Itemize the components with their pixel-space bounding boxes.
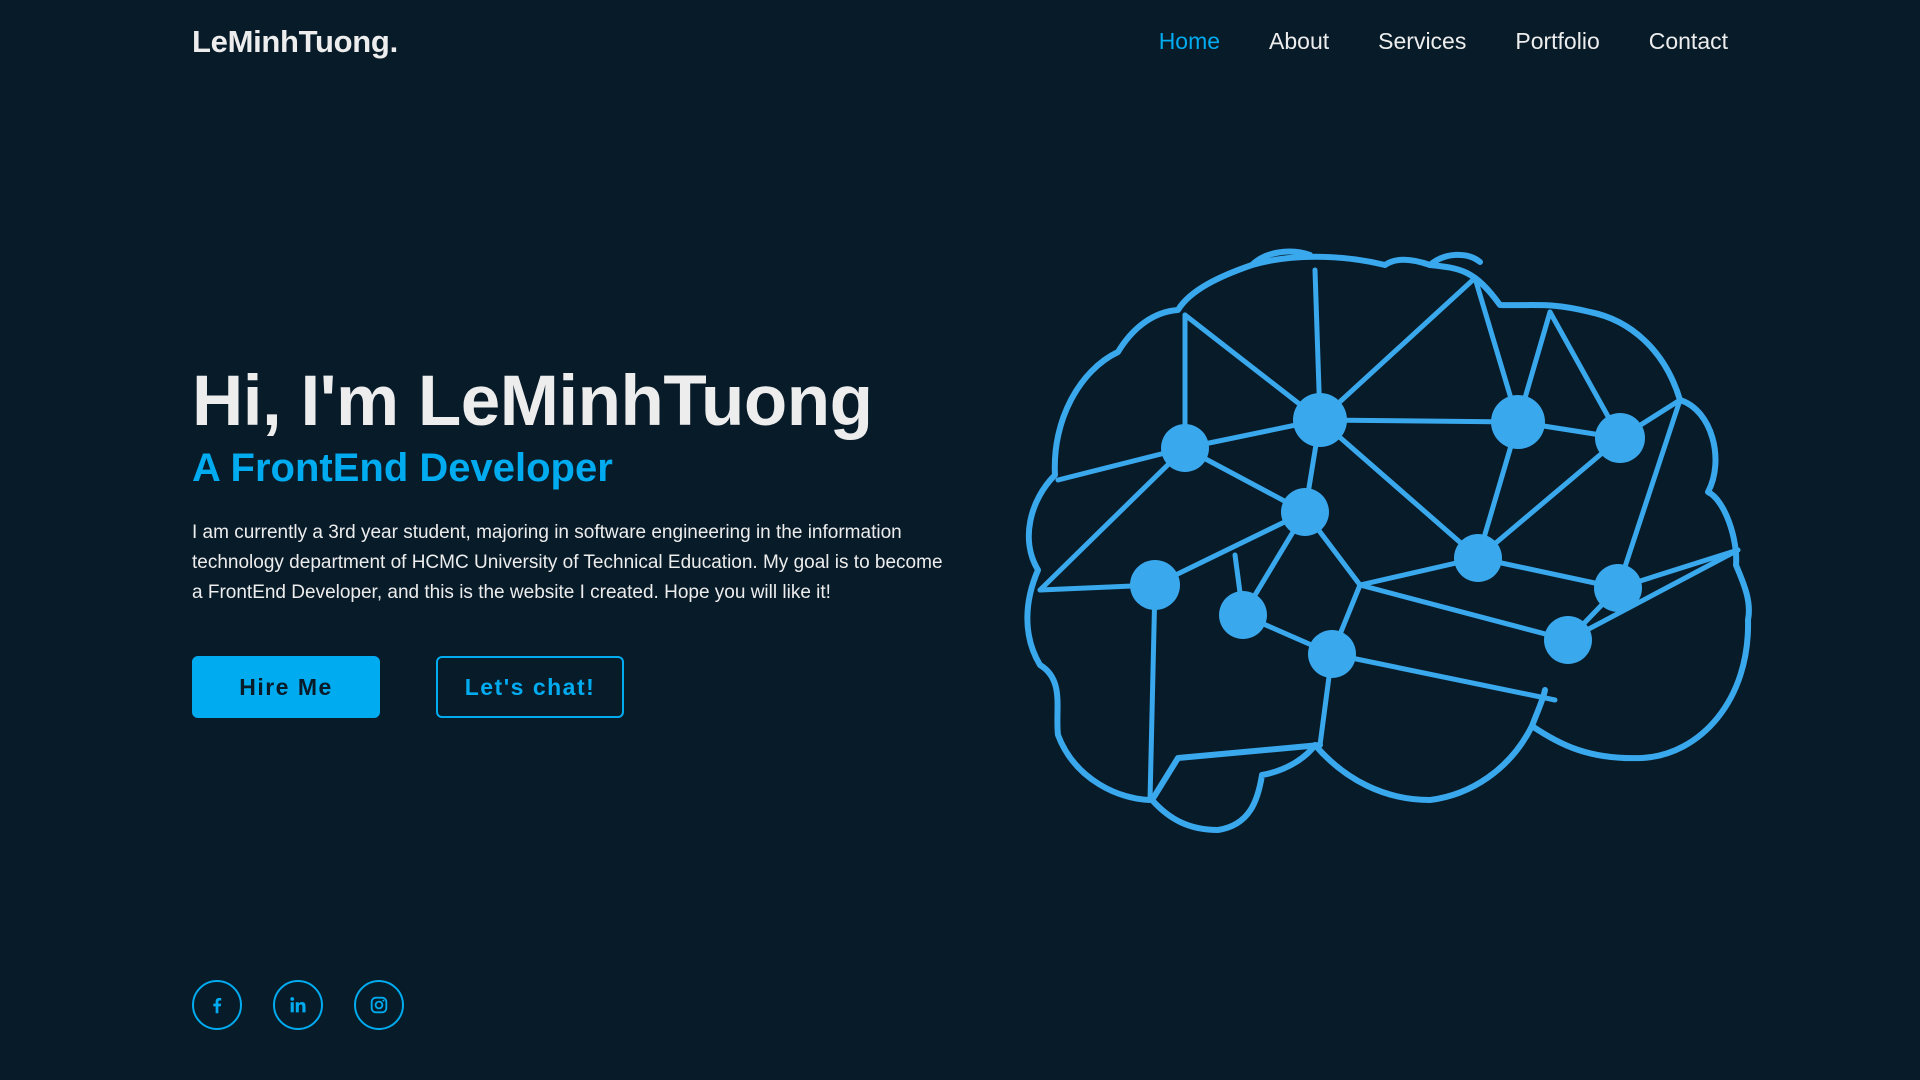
instagram-link[interactable] — [354, 980, 404, 1030]
lets-chat-button[interactable]: Let's chat! — [436, 656, 624, 718]
nav-portfolio[interactable]: Portfolio — [1515, 28, 1599, 55]
nav-contact[interactable]: Contact — [1649, 28, 1728, 55]
site-logo[interactable]: LeMinhTuong. — [192, 24, 398, 60]
facebook-icon — [213, 997, 222, 1014]
nav-about[interactable]: About — [1269, 28, 1329, 55]
social-links — [192, 980, 404, 1030]
facebook-link[interactable] — [192, 980, 242, 1030]
hire-me-button[interactable]: Hire Me — [192, 656, 380, 718]
hero-subtitle: A FrontEnd Developer — [192, 445, 613, 490]
linkedin-link[interactable] — [273, 980, 323, 1030]
portfolio-home-page: LeMinhTuong. Home About Services Portfol… — [0, 0, 1920, 1080]
linkedin-icon — [290, 997, 306, 1013]
hero-description: I am currently a 3rd year student, major… — [192, 521, 943, 603]
nav-home[interactable]: Home — [1159, 28, 1220, 55]
instagram-icon — [370, 996, 388, 1014]
hero-title: Hi, I'm LeMinhTuong — [192, 362, 873, 441]
nav-services[interactable]: Services — [1378, 28, 1466, 55]
brain-network-icon — [1024, 248, 1752, 833]
hero-buttons: Hire Me Let's chat! — [192, 656, 624, 718]
site-header: LeMinhTuong. Home About Services Portfol… — [0, 0, 1920, 84]
hero-section: Hi, I'm LeMinhTuong A FrontEnd Developer… — [192, 362, 972, 608]
main-nav: Home About Services Portfolio Contact — [1159, 28, 1728, 55]
